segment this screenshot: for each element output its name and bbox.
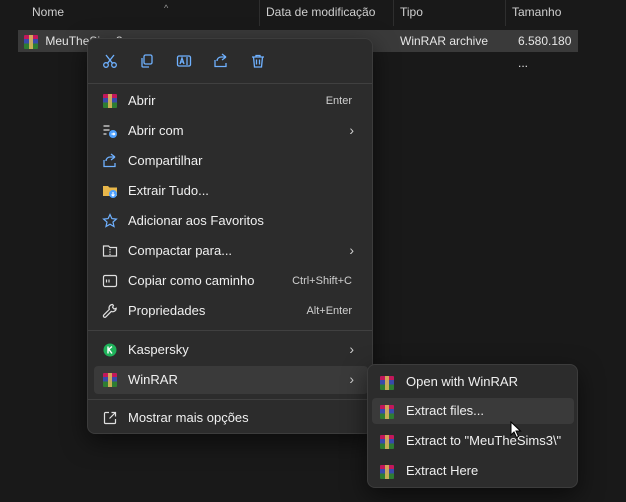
column-name-label: Nome: [32, 5, 65, 19]
menu-item-label: Compartilhar: [128, 153, 203, 168]
winrar-icon: [102, 93, 118, 109]
mouse-cursor-icon: [510, 421, 522, 439]
copy-icon[interactable]: [135, 49, 159, 73]
winrar-icon: [102, 372, 118, 388]
kaspersky-icon: [102, 342, 118, 358]
rename-icon[interactable]: [172, 49, 196, 73]
menu-item-compress-to[interactable]: Compactar para... ›: [94, 237, 368, 265]
star-icon: [102, 213, 118, 229]
external-link-icon: [102, 410, 118, 426]
submenu-item-extract-files[interactable]: Extract files...: [372, 398, 574, 424]
shortcut-label: Alt+Enter: [306, 305, 352, 317]
menu-item-properties[interactable]: Propriedades Alt+Enter: [94, 297, 368, 325]
separator: [88, 399, 372, 400]
cut-icon[interactable]: [98, 49, 122, 73]
submenu-item-label: Extract Here: [406, 463, 479, 478]
chevron-right-icon: ›: [349, 341, 354, 357]
chevron-right-icon: ›: [349, 242, 354, 258]
column-size[interactable]: Tamanho: [505, 0, 581, 26]
winrar-submenu: Open with WinRAR Extract files... Extrac…: [367, 364, 578, 488]
menu-item-more-options[interactable]: Mostrar mais opções: [94, 404, 368, 432]
context-toolbar: [88, 39, 372, 83]
winrar-icon: [380, 374, 394, 392]
shortcut-label: Enter: [325, 95, 352, 107]
separator: [88, 330, 372, 331]
sort-up-icon: ^: [164, 3, 169, 13]
menu-item-label: Abrir: [128, 93, 156, 108]
submenu-item-extract-to[interactable]: Extract to "MeuTheSims3\": [372, 428, 574, 454]
separator: [88, 83, 372, 84]
menu-item-label: Kaspersky: [128, 342, 189, 357]
menu-item-label: WinRAR: [128, 372, 178, 387]
copy-path-icon: [102, 273, 118, 289]
share-icon[interactable]: [209, 49, 233, 73]
menu-item-share[interactable]: Compartilhar: [94, 147, 368, 175]
winrar-icon: [380, 403, 394, 421]
column-modified[interactable]: Data de modificação: [259, 0, 393, 26]
delete-icon[interactable]: [246, 49, 270, 73]
menu-item-copy-path[interactable]: Copiar como caminho Ctrl+Shift+C: [94, 267, 368, 295]
wrench-icon: [102, 303, 118, 319]
column-name[interactable]: Nome ^: [26, 0, 260, 26]
column-header: Nome ^ Data de modificação Tipo Tamanho: [0, 0, 626, 26]
open-with-icon: [102, 123, 118, 139]
menu-item-label: Mostrar mais opções: [128, 410, 249, 425]
chevron-right-icon: ›: [349, 122, 354, 138]
shortcut-label: Ctrl+Shift+C: [292, 275, 352, 287]
winrar-icon: [380, 463, 394, 481]
menu-item-label: Copiar como caminho: [128, 273, 255, 288]
menu-item-open[interactable]: Abrir Enter: [94, 87, 368, 115]
chevron-right-icon: ›: [349, 371, 354, 387]
menu-item-winrar[interactable]: WinRAR ›: [94, 366, 368, 394]
compress-icon: [102, 243, 118, 259]
menu-item-label: Abrir com: [128, 123, 184, 138]
menu-item-label: Propriedades: [128, 303, 206, 318]
menu-item-kaspersky[interactable]: Kaspersky ›: [94, 336, 368, 364]
submenu-item-open-with-winrar[interactable]: Open with WinRAR: [372, 369, 574, 395]
submenu-item-extract-here[interactable]: Extract Here: [372, 458, 574, 484]
share-icon: [102, 153, 118, 169]
winrar-icon: [380, 433, 394, 451]
context-menu: Abrir Enter Abrir com › Compartilhar Ext…: [87, 38, 373, 434]
file-type: WinRAR archive: [400, 34, 489, 48]
file-size: 6.580.180 ...: [518, 34, 572, 70]
extract-folder-icon: [102, 183, 118, 199]
menu-item-label: Compactar para...: [128, 243, 233, 258]
menu-item-label: Adicionar aos Favoritos: [128, 213, 264, 228]
menu-item-label: Extrair Tudo...: [128, 183, 209, 198]
menu-item-add-favorites[interactable]: Adicionar aos Favoritos: [94, 207, 368, 235]
submenu-item-label: Extract files...: [406, 403, 485, 418]
submenu-item-label: Extract to "MeuTheSims3\": [406, 433, 562, 448]
submenu-item-label: Open with WinRAR: [406, 374, 518, 389]
column-type[interactable]: Tipo: [393, 0, 505, 26]
menu-item-open-with[interactable]: Abrir com ›: [94, 117, 368, 145]
winrar-archive-icon: [24, 34, 38, 49]
menu-item-extract-all[interactable]: Extrair Tudo...: [94, 177, 368, 205]
